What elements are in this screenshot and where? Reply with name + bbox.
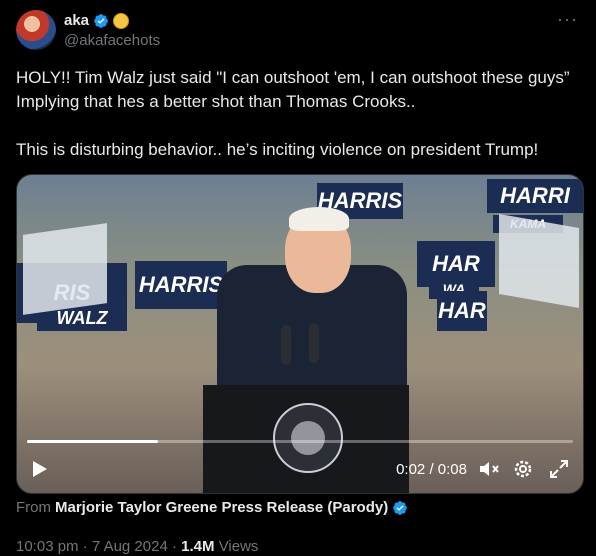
mute-icon[interactable] — [477, 457, 501, 481]
post-paragraph-1: HOLY!! Tim Walz just said "I can outshoo… — [16, 68, 570, 111]
teleprompter-left — [23, 223, 107, 315]
fullscreen-icon[interactable] — [547, 457, 571, 481]
author-display-name[interactable]: aka — [64, 12, 89, 29]
video-frame: HARRIS RIS HARRIS WALZ HAR WA HARRI KAMA… — [17, 175, 583, 493]
more-options-icon[interactable]: ··· — [557, 10, 578, 28]
views-count: 1.4M — [181, 538, 215, 555]
video-controls: 0:02 / 0:08 — [17, 447, 583, 493]
post-paragraph-2: This is disturbing behavior.. he’s incit… — [16, 140, 539, 159]
crowd-sign: HARRI — [487, 179, 583, 213]
affiliation-emoji-icon — [113, 12, 130, 29]
video-progress-bar[interactable] — [27, 440, 573, 443]
microphone — [281, 325, 291, 365]
video-time: 0:02 / 0:08 — [396, 461, 467, 478]
crowd-sign: HAR — [437, 291, 487, 331]
crowd-sign: HARRIS — [135, 261, 227, 309]
speaker-hair — [289, 207, 349, 231]
source-name-link[interactable]: Marjorie Taylor Greene Press Release (Pa… — [55, 499, 388, 516]
post-date-link[interactable]: 7 Aug 2024 — [92, 538, 168, 555]
play-icon[interactable] — [33, 461, 47, 477]
meta-dot: · — [82, 538, 88, 555]
meta-dot: · — [171, 538, 177, 555]
author-handle[interactable]: @akafacehots — [64, 32, 160, 49]
video-progress-fill — [27, 440, 159, 443]
microphone — [309, 323, 319, 363]
post-header: aka @akafacehots ··· — [16, 10, 580, 54]
settings-gear-icon[interactable] — [511, 457, 535, 481]
views-label: Views — [218, 538, 259, 555]
source-prefix: From — [16, 499, 51, 516]
verified-badge-icon — [393, 500, 408, 515]
post-meta: 10:03 pm · 7 Aug 2024 · 1.4M Views — [16, 538, 258, 555]
duration: 0:08 — [437, 461, 467, 478]
author-names: aka @akafacehots — [64, 12, 160, 49]
author-display-name-row[interactable]: aka — [64, 12, 160, 29]
teleprompter-right — [499, 213, 579, 309]
video-player[interactable]: HARRIS RIS HARRIS WALZ HAR WA HARRI KAMA… — [16, 174, 584, 494]
current-time: 0:02 — [396, 461, 426, 478]
post-time-link[interactable]: 10:03 pm — [16, 538, 79, 555]
verified-badge-icon — [94, 13, 108, 28]
avatar[interactable] — [16, 10, 56, 50]
post-text: HOLY!! Tim Walz just said "I can outshoo… — [16, 66, 576, 162]
time-separator: / — [429, 461, 434, 478]
source-attribution: From Marjorie Taylor Greene Press Releas… — [16, 499, 408, 516]
